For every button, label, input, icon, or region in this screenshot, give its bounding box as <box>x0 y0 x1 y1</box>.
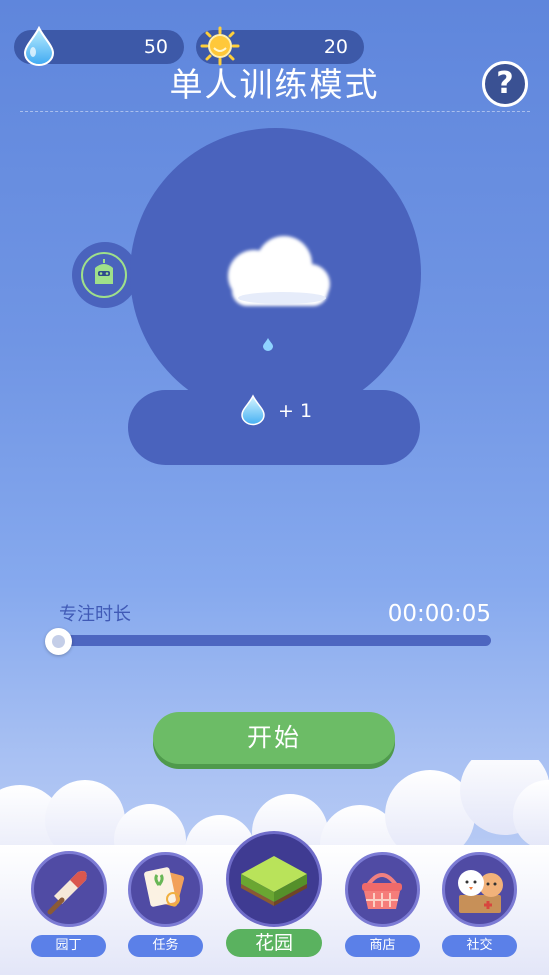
focus-duration-label: 专注时长 <box>59 604 131 625</box>
nav-shop[interactable] <box>345 852 420 927</box>
reward-bar <box>128 390 420 465</box>
nav-garden[interactable] <box>226 831 322 927</box>
shovel-icon <box>47 871 87 915</box>
task-cards-icon <box>144 867 185 907</box>
reward-amount: + 1 <box>278 400 313 422</box>
reward-drop-icon <box>241 394 265 426</box>
sun-count: 20 <box>323 36 348 58</box>
focus-timer: 00:00:05 <box>387 601 491 627</box>
nav-social[interactable] <box>442 852 517 927</box>
nav-social-label[interactable]: 社交 <box>442 935 517 957</box>
nav-tasks-label[interactable]: 任务 <box>128 935 203 957</box>
basket-icon <box>362 873 402 909</box>
start-button[interactable]: 开始 <box>153 712 395 764</box>
title-divider <box>20 111 530 112</box>
duration-slider-track[interactable] <box>56 635 491 646</box>
nav-garden-label[interactable]: 花园 <box>226 929 322 957</box>
grass-tile-icon <box>241 856 307 906</box>
duration-slider-handle[interactable] <box>45 628 72 655</box>
cloud-icon <box>228 236 330 306</box>
help-button[interactable]: ? <box>482 61 528 107</box>
robot-button[interactable] <box>81 252 127 298</box>
friends-icon <box>458 870 503 913</box>
nav-gardener-label[interactable]: 园丁 <box>31 935 106 957</box>
nav-tasks[interactable] <box>128 852 203 927</box>
rain-drop-icon <box>263 338 273 351</box>
page-title: 单人训练模式 <box>169 65 380 104</box>
nav-gardener[interactable] <box>31 851 107 927</box>
nav-shop-label[interactable]: 商店 <box>345 935 420 957</box>
robot-icon <box>95 259 113 284</box>
water-count: 50 <box>143 36 168 58</box>
